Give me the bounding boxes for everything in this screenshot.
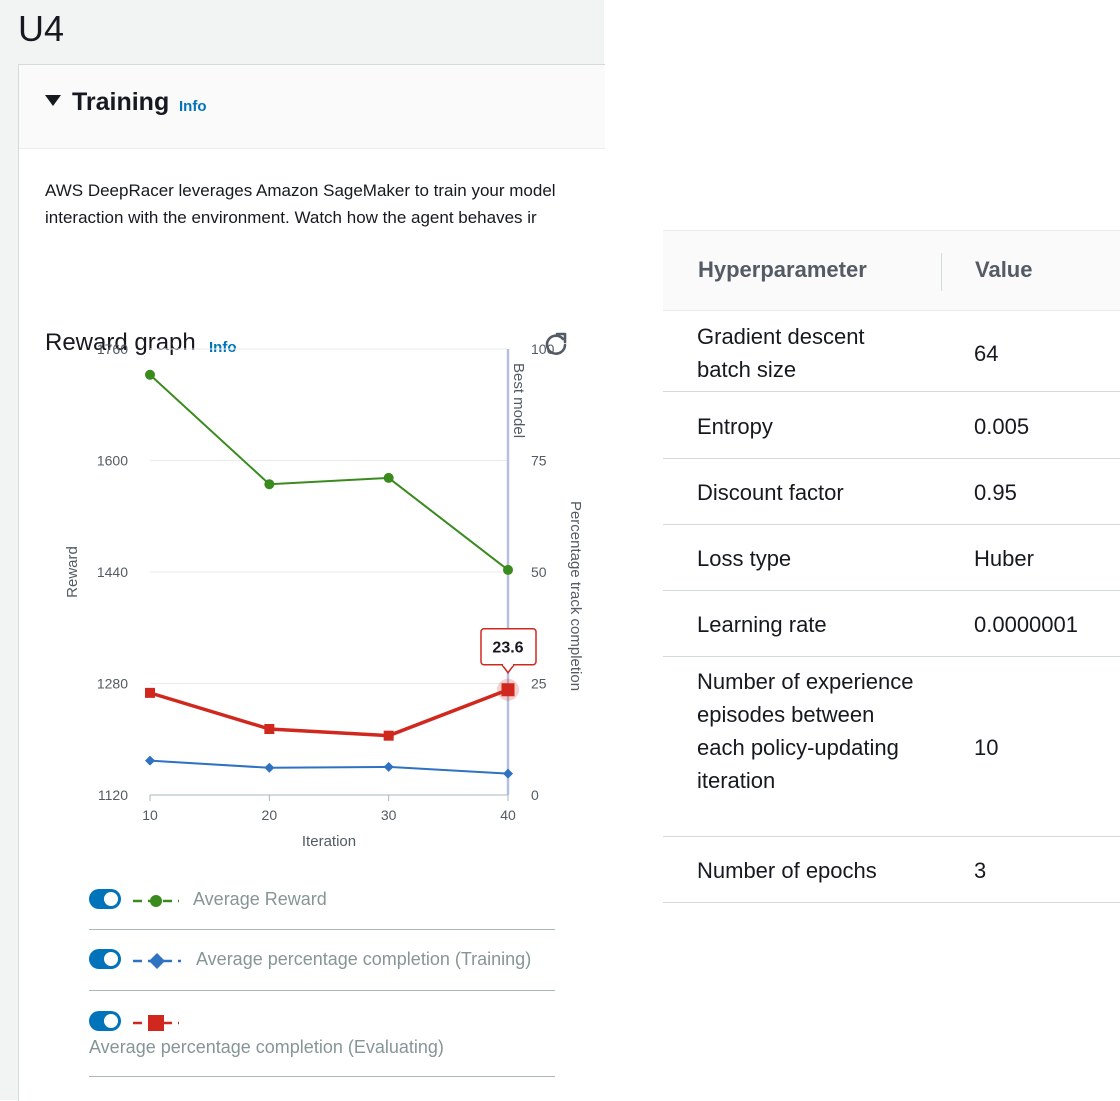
data-point xyxy=(145,369,155,380)
table-row: Number of experience episodes between ea… xyxy=(663,657,1120,837)
row-name: Loss type xyxy=(697,546,792,571)
x-tick-label: 30 xyxy=(381,807,397,823)
y-tick-label: 1440 xyxy=(97,564,128,580)
table-row: Discount factor 0.95 xyxy=(663,459,1120,525)
data-point xyxy=(383,730,394,741)
row-name: Gradient descent batch size xyxy=(697,324,865,382)
data-point xyxy=(503,768,513,779)
tooltip-pointer xyxy=(501,664,515,674)
data-point xyxy=(145,687,155,698)
legend-label-evaluating: Average percentage completion (Evaluatin… xyxy=(89,1037,444,1057)
x-axis-title: Iteration xyxy=(302,833,356,850)
data-point xyxy=(264,723,275,734)
legend-divider xyxy=(89,990,555,991)
best-model-label: Best model xyxy=(510,363,527,438)
row-value: 10 xyxy=(974,735,999,760)
row-name: Number of experience episodes between ea… xyxy=(697,669,914,793)
column-divider xyxy=(941,253,942,291)
y2-tick-label: 50 xyxy=(531,564,547,580)
row-name: Entropy xyxy=(697,414,773,439)
table-row: Gradient descent batch size 64 xyxy=(663,310,1120,392)
training-card: Training Info AWS DeepRacer leverages Am… xyxy=(18,64,605,1101)
toggle-average-reward[interactable] xyxy=(89,889,121,909)
y-axis-title: Reward xyxy=(64,546,81,598)
row-name: Learning rate xyxy=(697,612,827,637)
y2-tick-label: 75 xyxy=(531,453,547,469)
data-point xyxy=(145,755,155,766)
y2-tick-label: 25 xyxy=(531,676,547,692)
table-header: Hyperparameter Value xyxy=(663,230,1120,311)
x-tick-label: 10 xyxy=(142,807,158,823)
table-row: Number of epochs 3 xyxy=(663,837,1120,903)
reward-chart: 1760 1600 1440 1280 1120 100 75 50 25 0 10 20 30 40 It… xyxy=(64,341,584,850)
row-value: 64 xyxy=(974,341,999,366)
y-tick-label: 1760 xyxy=(97,341,128,357)
row-value: 0.0000001 xyxy=(974,612,1078,637)
y-tick-label: 1600 xyxy=(97,453,128,469)
column-header-hyperparameter[interactable]: Hyperparameter xyxy=(698,257,867,283)
y-tick-label: 1120 xyxy=(98,787,128,803)
y2-axis-title: Percentage track completion xyxy=(567,501,584,691)
legend-label-average-reward: Average Reward xyxy=(193,889,327,909)
toggle-average-percentage-completion-evaluating[interactable] xyxy=(89,1011,121,1031)
table-row: Learning rate 0.0000001 xyxy=(663,591,1120,657)
y2-tick-label: 100 xyxy=(531,341,555,357)
y2-tick-label: 0 xyxy=(531,787,539,803)
blue-diamond-line-icon xyxy=(133,953,181,969)
legend-label-training: Average percentage completion (Training) xyxy=(196,949,532,969)
legend-divider xyxy=(89,1076,555,1077)
row-value: 0.005 xyxy=(974,414,1030,439)
row-name: Discount factor xyxy=(697,480,844,505)
data-point xyxy=(383,761,394,772)
x-tick-label: 20 xyxy=(262,807,278,823)
y-tick-label: 1280 xyxy=(97,676,128,692)
row-name: Number of epochs xyxy=(697,858,877,883)
tooltip-label: 23.6 xyxy=(492,640,523,657)
legend-divider xyxy=(89,929,555,930)
data-point xyxy=(503,564,513,575)
table-row: Loss type Huber xyxy=(663,525,1120,591)
row-value: 0.95 xyxy=(974,480,1017,505)
x-tick-label: 40 xyxy=(500,807,516,823)
toggle-average-percentage-completion-training[interactable] xyxy=(89,949,121,969)
red-square-line-icon xyxy=(133,1015,179,1031)
row-value: Huber xyxy=(974,546,1034,571)
series-line xyxy=(149,688,509,738)
page-label: U4 xyxy=(18,8,65,49)
data-point xyxy=(264,762,275,773)
row-value: 3 xyxy=(974,858,987,883)
data-point xyxy=(383,472,394,483)
data-point xyxy=(264,479,275,490)
column-header-value[interactable]: Value xyxy=(975,257,1032,283)
series-line xyxy=(149,759,509,775)
data-point xyxy=(501,683,515,697)
green-circle-line-icon xyxy=(133,895,179,907)
series-line xyxy=(149,374,509,571)
table-row: Entropy 0.005 xyxy=(663,392,1120,459)
